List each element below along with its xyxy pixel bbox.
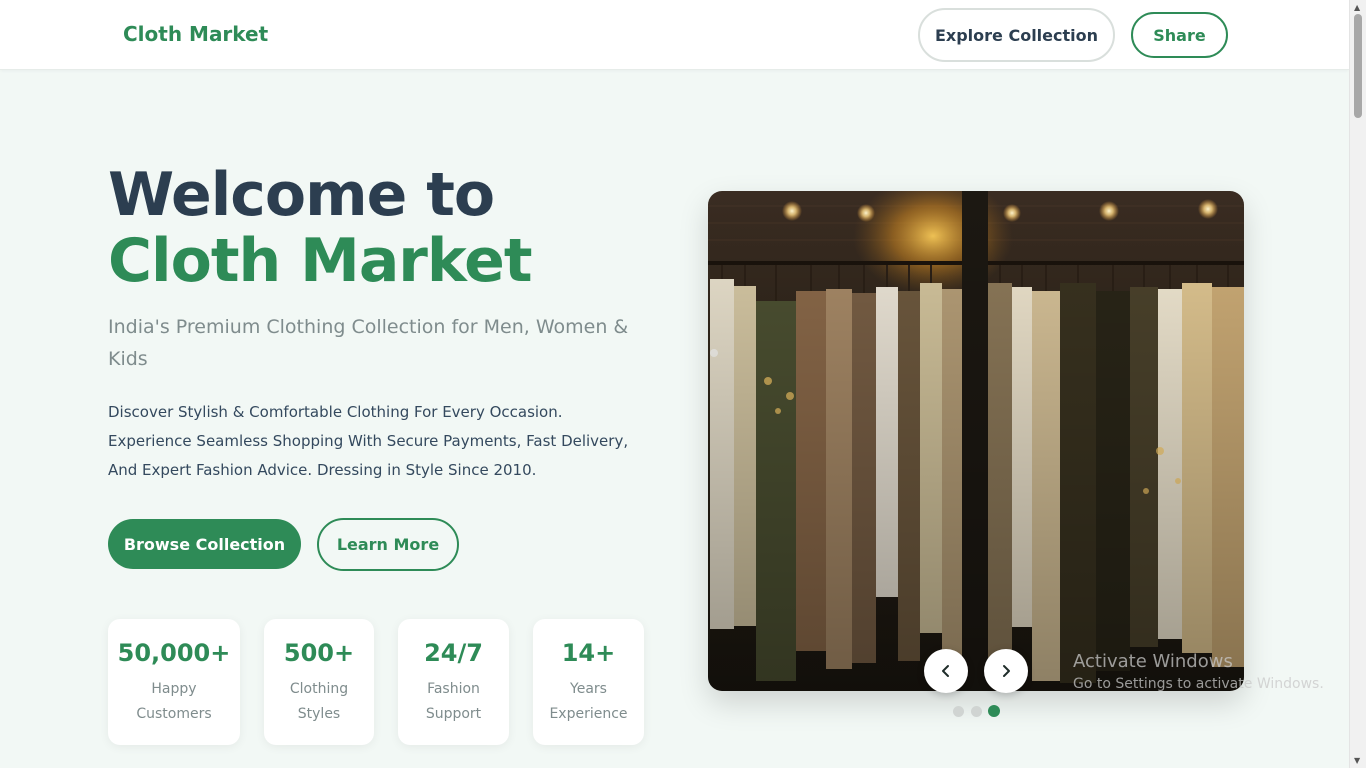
scroll-up-arrow-icon[interactable]: ▲ (1354, 3, 1360, 12)
hero-title: Welcome to Cloth Market (108, 160, 533, 296)
scroll-down-arrow-icon[interactable]: ▼ (1354, 756, 1360, 765)
stat-card-styles: 500+ Clothing Styles (264, 619, 374, 745)
carousel-prev-button[interactable] (924, 649, 968, 693)
chevron-right-icon (1003, 665, 1010, 677)
explore-collection-button[interactable]: Explore Collection (918, 8, 1115, 62)
stat-value: 50,000+ (117, 639, 231, 667)
hero-subtitle: India's Premium Clothing Collection for … (108, 316, 629, 370)
vertical-scrollbar[interactable]: ▲ ▼ (1349, 0, 1366, 768)
stat-label: Clothing Styles (289, 681, 349, 722)
hero-carousel-image (708, 191, 1244, 691)
chevron-left-icon (942, 665, 949, 677)
stat-value: 14+ (561, 639, 616, 667)
carousel-dot-3[interactable] (988, 705, 1000, 717)
hero-title-line1: Welcome to (108, 160, 495, 230)
learn-more-button[interactable]: Learn More (317, 518, 459, 571)
stat-label: Fashion Support (425, 681, 482, 722)
carousel-dot-2[interactable] (971, 706, 982, 717)
carousel-next-button[interactable] (984, 649, 1028, 693)
scroll-thumb[interactable] (1354, 14, 1362, 118)
hero-description: Discover Stylish & Comfortable Clothing … (108, 403, 629, 479)
share-button[interactable]: Share (1131, 12, 1228, 58)
stat-card-customers: 50,000+ Happy Customers (108, 619, 240, 745)
stat-label: Years Experience (549, 681, 628, 722)
stat-card-experience: 14+ Years Experience (533, 619, 644, 745)
stat-value: 500+ (283, 639, 355, 667)
stat-label: Happy Customers (136, 681, 212, 722)
stat-value: 24/7 (424, 639, 483, 667)
navbar: Cloth Market Explore Collection Share (0, 0, 1349, 70)
browse-collection-button[interactable]: Browse Collection (108, 519, 301, 569)
clothing-rack-photo (708, 191, 1244, 691)
stat-card-support: 24/7 Fashion Support (398, 619, 509, 745)
hero-title-line2: Cloth Market (108, 226, 533, 296)
brand-logo[interactable]: Cloth Market (123, 22, 268, 46)
carousel-dot-1[interactable] (953, 706, 964, 717)
